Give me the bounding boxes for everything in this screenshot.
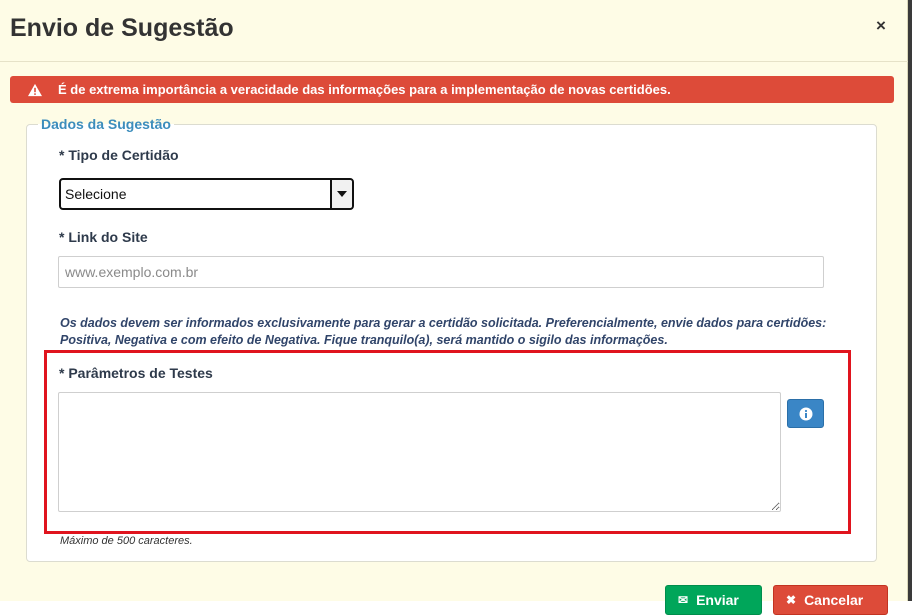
tipo-certidao-select[interactable]: Selecione [59,178,354,210]
help-text: Os dados devem ser informados exclusivam… [60,316,827,347]
close-icon: ✖ [786,593,797,607]
envelope-icon: ✉ [678,593,689,607]
modal-header: Envio de Sugestão × [0,0,908,62]
fieldset-legend: Dados da Sugestão [38,116,174,132]
alert-text: É de extrema importância a veracidade da… [58,82,671,97]
max-chars-note: Máximo de 500 caracteres. [60,535,193,547]
close-button[interactable]: × [876,16,886,36]
cancel-button[interactable]: ✖ Cancelar [773,585,888,615]
cancel-label: Cancelar [804,592,864,608]
send-button[interactable]: ✉ Enviar [665,585,762,615]
link-site-label: * Link do Site [59,229,148,245]
link-site-input[interactable] [58,256,824,288]
highlight-annotation [44,350,851,534]
warning-triangle-icon [28,83,42,96]
select-arrow[interactable] [330,180,352,208]
warning-alert: É de extrema importância a veracidade da… [10,76,894,103]
suggestion-modal: Envio de Sugestão × É de extrema importâ… [0,0,908,615]
tipo-certidao-label: * Tipo de Certidão [59,147,179,163]
window-edge [908,0,912,601]
modal-title: Envio de Sugestão [10,14,234,42]
select-value: Selecione [65,186,127,202]
chevron-down-icon [337,191,347,197]
send-label: Enviar [696,592,739,608]
